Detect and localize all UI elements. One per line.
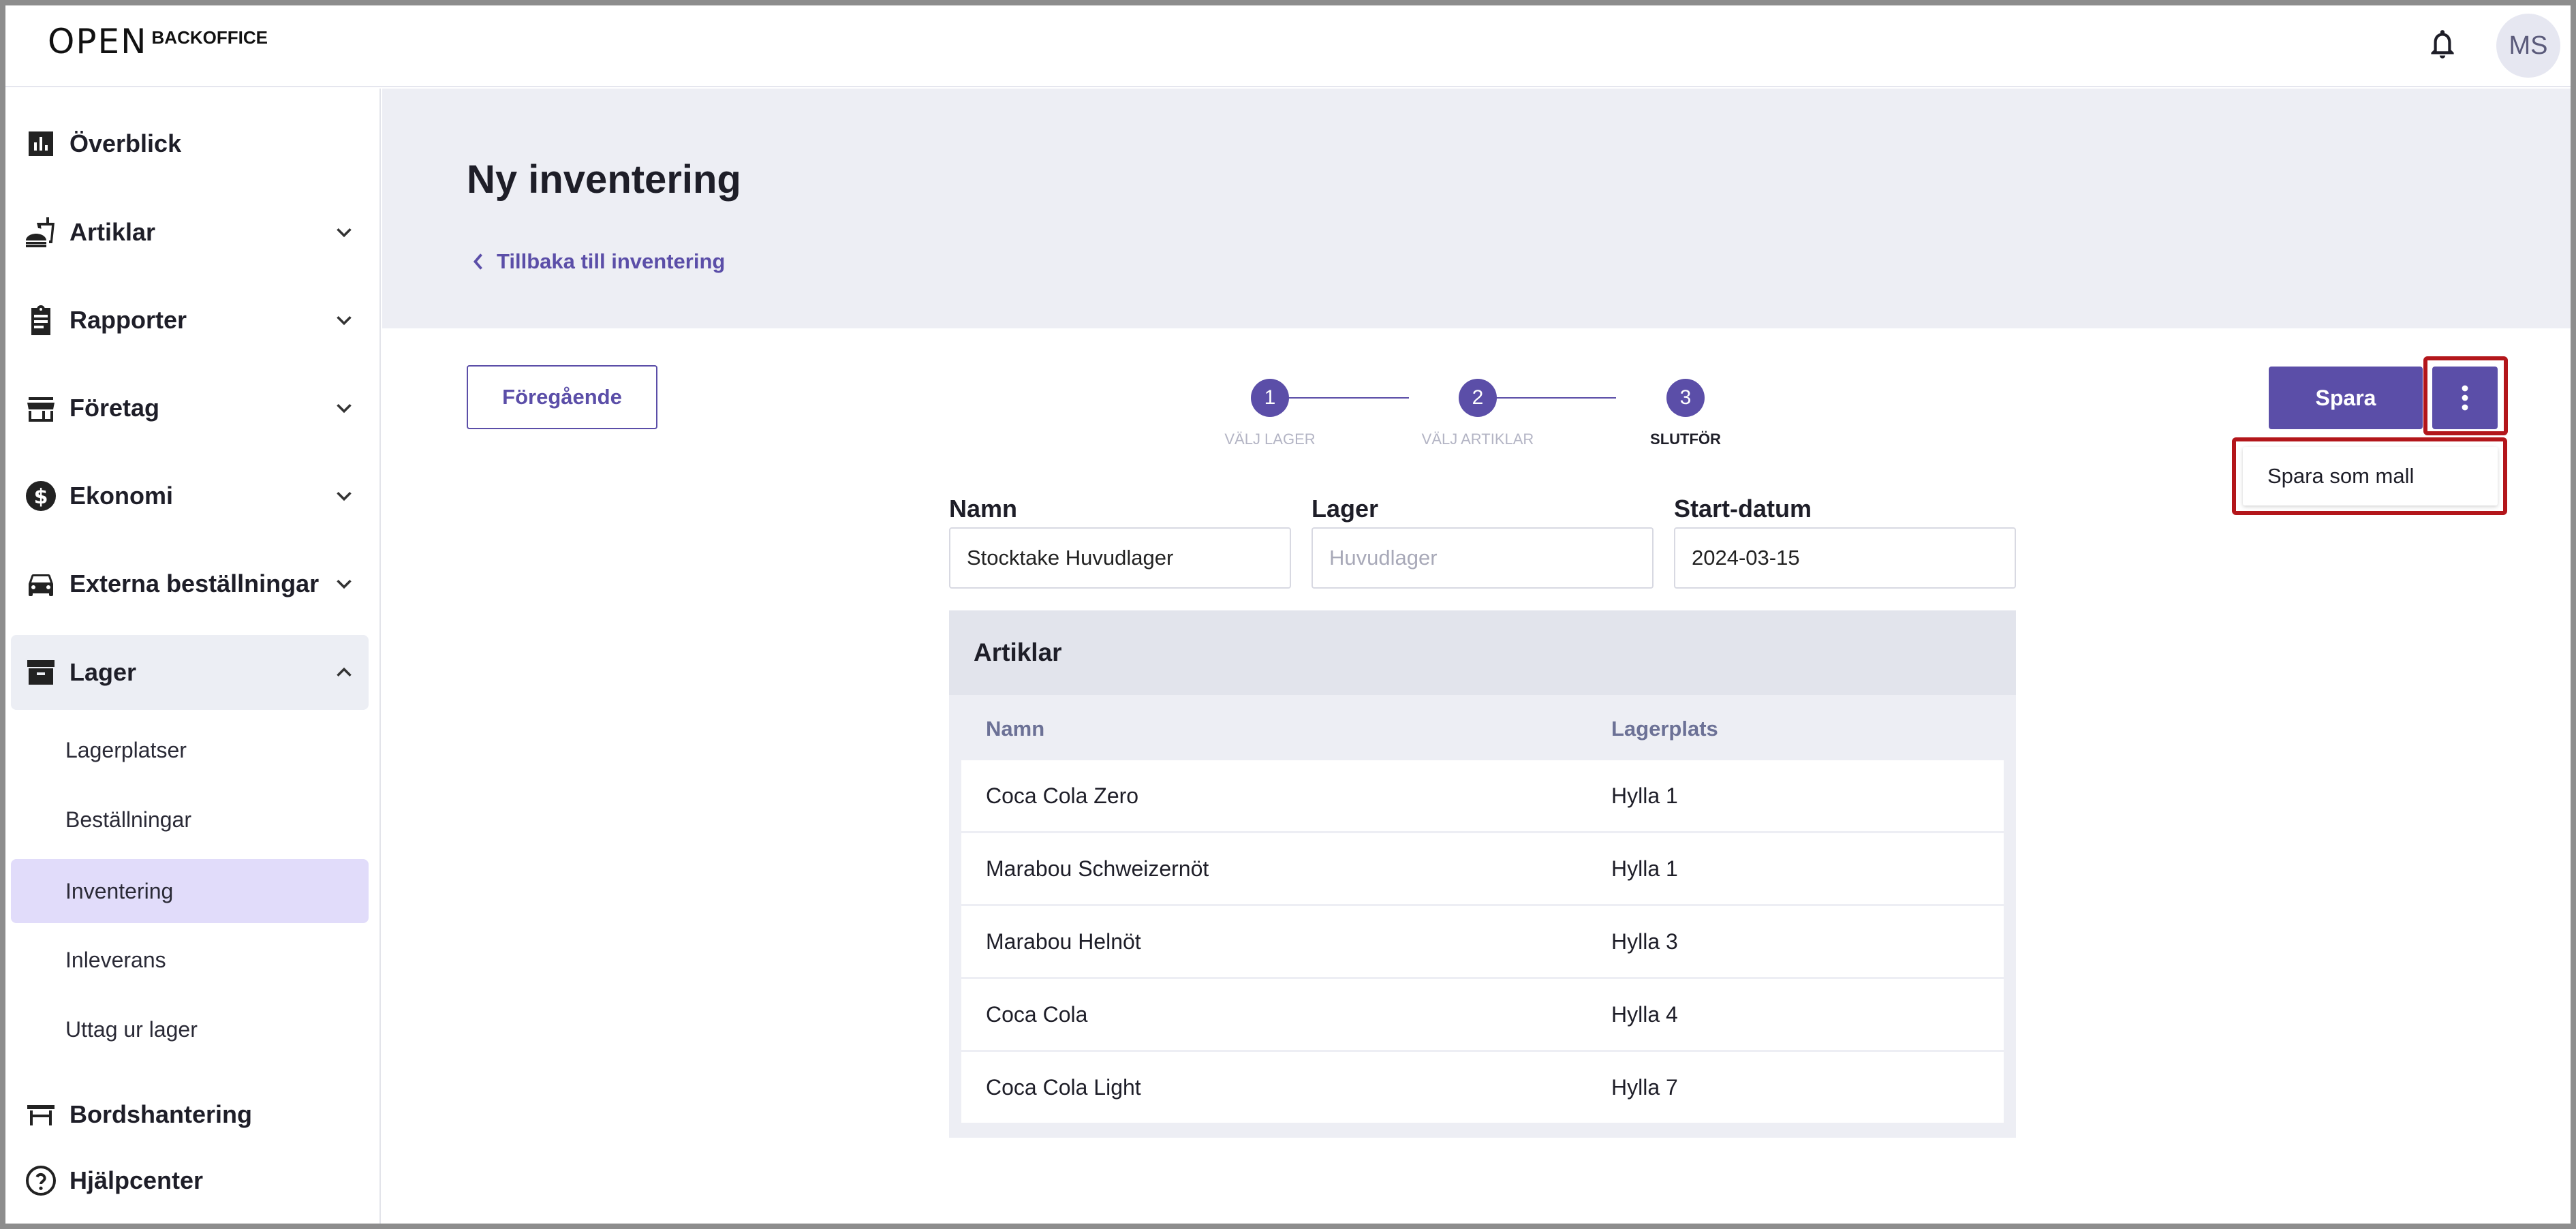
sidebar-item-label: Lager xyxy=(69,658,137,686)
bar-chart-icon xyxy=(25,127,57,160)
sidebar-item-lager[interactable]: Lager xyxy=(11,635,369,710)
cell-name: Coca Cola Zero xyxy=(986,783,1139,808)
sidebar-subitem-label: Lagerplatser xyxy=(65,737,187,762)
app-logo[interactable]: OPEN BACKOFFICE xyxy=(48,25,268,65)
sidebar-item-externa-bestallningar[interactable]: Externa beställningar xyxy=(11,546,369,621)
sidebar-subitem-label: Beställningar xyxy=(65,807,191,832)
step-connector xyxy=(1489,397,1616,399)
chevron-down-icon[interactable] xyxy=(331,483,357,509)
cell-location: Hylla 1 xyxy=(1611,856,1678,881)
top-bar: OPEN BACKOFFICE MS xyxy=(5,5,2571,87)
fastfood-icon xyxy=(25,216,57,249)
chevron-up-icon[interactable] xyxy=(331,659,357,685)
step-1-indicator: 1 xyxy=(1251,379,1289,417)
table-row: Coca Cola Hylla 4 xyxy=(961,979,2004,1050)
back-link[interactable]: Tillbaka till inventering xyxy=(471,249,725,274)
menu-item-save-as-template[interactable]: Spara som mall xyxy=(2243,447,2498,505)
sidebar-item-label: Ekonomi xyxy=(69,482,174,510)
warehouse-label: Lager xyxy=(1312,495,1379,523)
page-title: Ny inventering xyxy=(467,157,741,202)
app-window: OPEN BACKOFFICE MS Överblick Artiklar Ra… xyxy=(0,0,2576,1229)
user-avatar[interactable]: MS xyxy=(2496,14,2560,78)
step-2-label: Välj artiklar xyxy=(1421,431,1534,448)
name-label: Namn xyxy=(949,495,1018,523)
clipboard-icon xyxy=(25,304,57,337)
name-field[interactable]: Stocktake Huvudlager xyxy=(949,527,1291,589)
cell-location: Hylla 4 xyxy=(1611,1001,1678,1027)
stepper: 1 2 3 Välj lager Välj artiklar Slutför xyxy=(1218,379,1750,454)
cell-name: Coca Cola Light xyxy=(986,1074,1141,1100)
cell-name: Marabou Schweizernöt xyxy=(986,856,1209,881)
table-row: Coca Cola Light Hylla 7 xyxy=(961,1052,2004,1123)
car-icon xyxy=(25,567,57,600)
cell-name: Coca Cola xyxy=(986,1001,1088,1027)
step-3-label: Slutför xyxy=(1650,431,1721,448)
chevron-down-icon[interactable] xyxy=(331,395,357,421)
page-header: Ny inventering Tillbaka till inventering xyxy=(382,89,2571,328)
dollar-circle-icon: $ xyxy=(25,480,57,512)
step-connector xyxy=(1282,397,1409,399)
sidebar-item-label: Bordshantering xyxy=(69,1100,253,1128)
sidebar-item-label: Företag xyxy=(69,394,160,422)
articles-panel: Artiklar Namn Lagerplats Coca Cola Zero … xyxy=(949,610,2016,1138)
sidebar-item-label: Överblick xyxy=(69,129,182,157)
save-button[interactable]: Spara xyxy=(2269,367,2423,429)
logo-text: BACKOFFICE xyxy=(151,27,268,48)
highlight-box xyxy=(2423,356,2508,435)
step-3-indicator: 3 xyxy=(1666,379,1705,417)
warehouse-field[interactable]: Huvudlager xyxy=(1312,527,1654,589)
table-icon xyxy=(25,1098,57,1131)
storefront-icon xyxy=(25,392,57,424)
sidebar-item-ekonomi[interactable]: $ Ekonomi xyxy=(11,458,369,533)
chevron-down-icon[interactable] xyxy=(331,219,357,245)
sidebar-subitem-label: Uttag ur lager xyxy=(65,1016,198,1042)
help-circle-icon xyxy=(25,1164,57,1197)
sidebar-item-artiklar[interactable]: Artiklar xyxy=(11,195,369,270)
column-header-name: Namn xyxy=(986,717,1045,741)
back-link-label: Tillbaka till inventering xyxy=(497,249,726,273)
chevron-left-icon xyxy=(473,253,482,270)
step-2-indicator: 2 xyxy=(1459,379,1497,417)
step-1-label: Välj lager xyxy=(1224,431,1316,448)
sidebar-subitem-bestallningar[interactable]: Beställningar xyxy=(11,788,369,852)
svg-text:$: $ xyxy=(34,485,48,509)
archive-icon xyxy=(25,656,57,689)
sidebar-item-label: Externa beställningar xyxy=(69,570,320,597)
sidebar-item-hjalpcenter[interactable]: Hjälpcenter xyxy=(11,1143,369,1218)
chevron-down-icon[interactable] xyxy=(331,307,357,333)
sidebar-subitem-label: Inventering xyxy=(65,878,174,903)
articles-title: Artiklar xyxy=(949,610,2016,695)
cell-name: Marabou Helnöt xyxy=(986,929,1141,954)
cell-location: Hylla 3 xyxy=(1611,929,1678,954)
start-date-field[interactable]: 2024-03-15 xyxy=(1674,527,2016,589)
sidebar: Överblick Artiklar Rapporter Företag $ E… xyxy=(5,89,381,1224)
notification-bell-icon[interactable] xyxy=(2425,27,2459,64)
chevron-down-icon[interactable] xyxy=(331,571,357,597)
sidebar-subitem-label: Inleverans xyxy=(65,947,166,972)
table-row: Marabou Helnöt Hylla 3 xyxy=(961,906,2004,977)
table-row: Coca Cola Zero Hylla 1 xyxy=(961,760,2004,831)
sidebar-subitem-inleverans[interactable]: Inleverans xyxy=(11,928,369,992)
sidebar-item-foretag[interactable]: Företag xyxy=(11,371,369,446)
cell-location: Hylla 1 xyxy=(1611,783,1678,808)
sidebar-item-label: Artiklar xyxy=(69,218,156,246)
sidebar-subitem-uttag-ur-lager[interactable]: Uttag ur lager xyxy=(11,997,369,1061)
sidebar-item-bordshantering[interactable]: Bordshantering xyxy=(11,1077,369,1152)
sidebar-subitem-lagerplatser[interactable]: Lagerplatser xyxy=(11,718,369,782)
sidebar-subitem-inventering[interactable]: Inventering xyxy=(11,859,369,923)
logo-mark: OPEN xyxy=(48,22,148,61)
column-header-location: Lagerplats xyxy=(1611,717,1718,741)
sidebar-item-label: Hjälpcenter xyxy=(69,1166,204,1194)
cell-location: Hylla 7 xyxy=(1611,1074,1678,1100)
table-row: Marabou Schweizernöt Hylla 1 xyxy=(961,833,2004,904)
previous-button[interactable]: Föregående xyxy=(467,365,657,429)
sidebar-item-overblick[interactable]: Överblick xyxy=(11,106,369,181)
more-options-menu: Spara som mall xyxy=(2232,437,2507,515)
sidebar-item-label: Rapporter xyxy=(69,306,187,334)
start-date-label: Start-datum xyxy=(1674,495,1812,523)
sidebar-item-rapporter[interactable]: Rapporter xyxy=(11,283,369,358)
